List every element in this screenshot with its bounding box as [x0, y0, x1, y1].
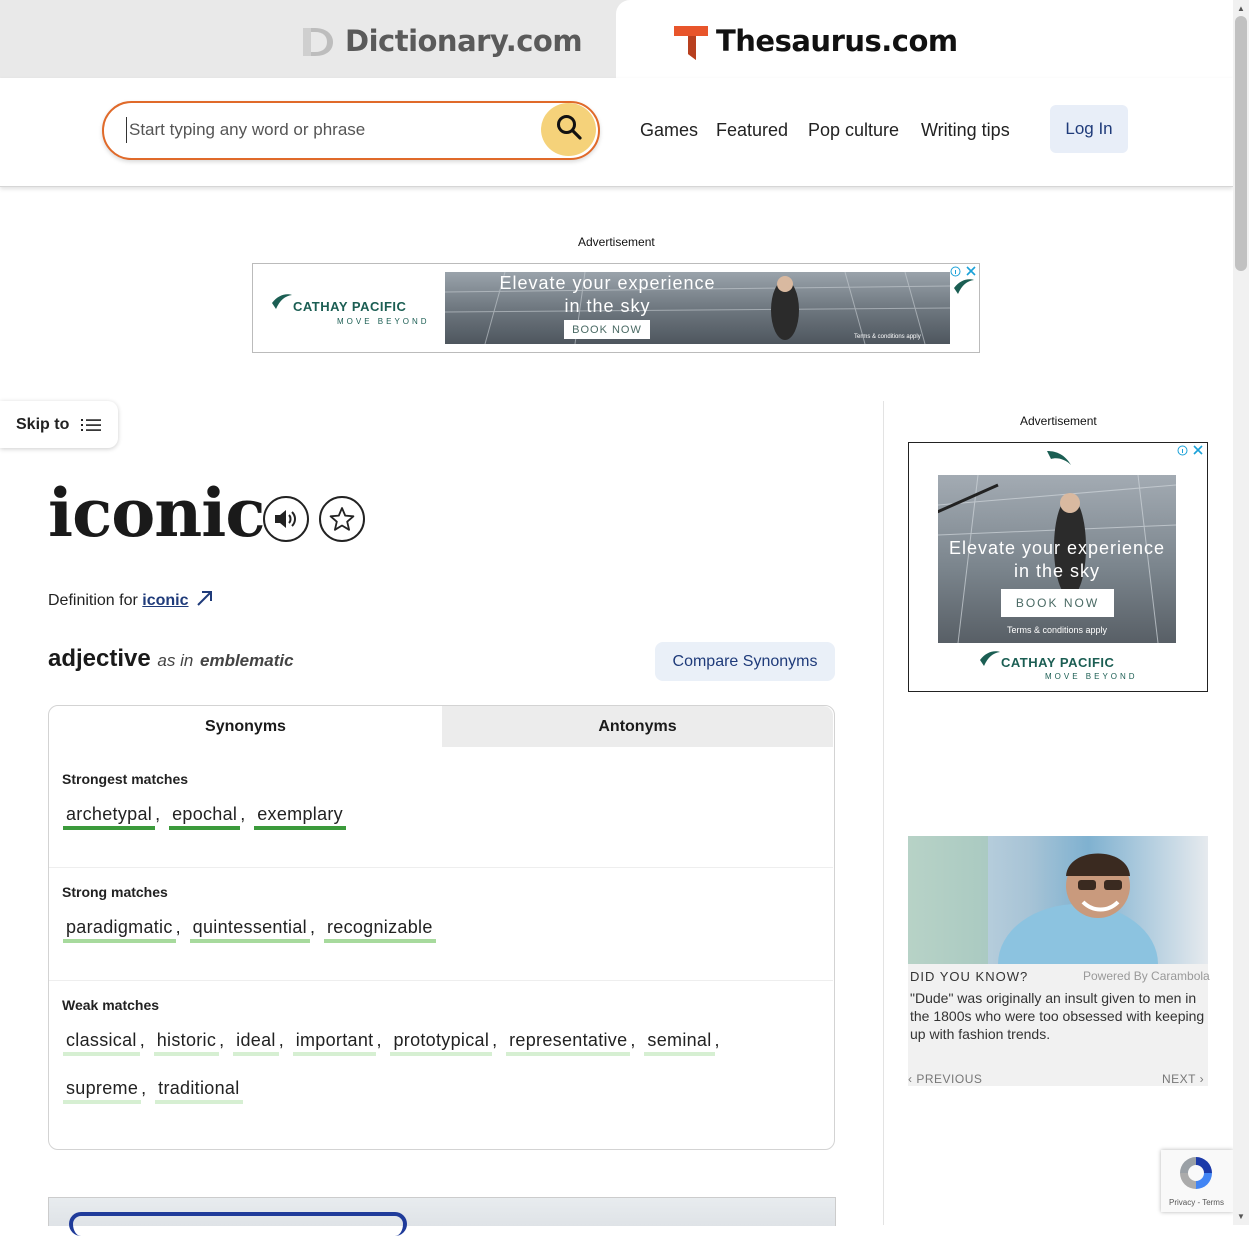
nav-games[interactable]: Games	[640, 120, 698, 141]
definition-prefix: Definition for	[48, 592, 138, 609]
banner-book-now-button[interactable]: BOOK NOW	[564, 320, 650, 339]
login-button[interactable]: Log In	[1050, 105, 1128, 153]
ad-label-top: Advertisement	[578, 235, 655, 249]
ad-label-right: Advertisement	[1020, 414, 1097, 428]
banner-terms: Terms & conditions apply	[854, 334, 921, 340]
column-divider	[883, 401, 884, 1225]
synonym-chip[interactable]: ideal	[233, 1030, 279, 1056]
side-ad-image	[938, 475, 1176, 643]
definition-link[interactable]: iconic	[142, 592, 188, 609]
synonym-chip[interactable]: important	[292, 1030, 377, 1056]
did-you-know-previous[interactable]: ‹ PREVIOUS	[908, 1072, 982, 1086]
synonym-chip[interactable]: representative	[506, 1030, 631, 1056]
external-link-icon[interactable]	[195, 589, 213, 612]
thesaurus-logo-icon	[674, 24, 708, 62]
nav-writing-tips[interactable]: Writing tips	[921, 120, 1010, 141]
side-ad-book-now-button[interactable]: BOOK NOW	[1001, 589, 1114, 617]
side-ad-headline-1: Elevate your experience	[948, 538, 1166, 558]
strongest-matches-list: archetypal, epochal, exemplary	[63, 804, 823, 830]
synonym-chip[interactable]: quintessential	[189, 917, 310, 943]
part-of-speech-row: adjective as in emblematic	[48, 645, 294, 673]
skip-to-label: Skip to	[16, 415, 70, 433]
did-you-know-title: DID YOU KNOW?	[910, 969, 1029, 984]
banner-headline-1: Elevate your experience	[499, 273, 716, 293]
synonym-chip[interactable]: exemplary	[254, 804, 346, 830]
bottom-ad-image	[48, 1197, 836, 1236]
recaptcha-badge[interactable]: Privacy - Terms	[1161, 1150, 1233, 1212]
banner-brand: CATHAY PACIFIC	[293, 299, 407, 314]
banner-arrow-icon	[954, 278, 974, 299]
scroll-down-arrow-icon[interactable]: ▼	[1237, 1212, 1245, 1221]
did-you-know-powered-by[interactable]: Powered By Carambola	[1083, 969, 1210, 983]
thesaurus-brand: Thesaurus.com	[716, 24, 958, 58]
headword: iconic	[48, 474, 266, 552]
as-in-word: emblematic	[200, 651, 294, 670]
side-ad-headline-2: in the sky	[1013, 561, 1101, 581]
chevron-right-icon: ›	[1199, 1072, 1205, 1086]
chevron-left-icon: ‹	[908, 1072, 913, 1086]
synonym-chip[interactable]: historic	[153, 1030, 220, 1056]
part-of-speech: adjective	[48, 645, 151, 672]
search-input[interactable]	[126, 117, 531, 143]
strong-matches-list: paradigmatic, quintessential, recognizab…	[63, 917, 823, 943]
did-you-know-previous-label: PREVIOUS	[916, 1072, 983, 1086]
recaptcha-links[interactable]: Privacy - Terms	[1169, 1198, 1224, 1207]
weak-matches-title: Weak matches	[62, 997, 160, 1013]
scroll-up-arrow-icon[interactable]: ▲	[1237, 4, 1245, 13]
search-icon	[556, 114, 582, 145]
search-button[interactable]	[541, 103, 596, 156]
favorite-button[interactable]	[319, 496, 365, 542]
side-ad-brand: CATHAY PACIFIC	[1001, 655, 1115, 670]
scrollbar-thumb[interactable]	[1235, 16, 1247, 271]
adchoices-icon-right[interactable]	[1177, 444, 1205, 462]
nav-featured[interactable]: Featured	[716, 120, 788, 141]
strong-matches-title: Strong matches	[62, 884, 168, 900]
synonym-chip[interactable]: paradigmatic	[63, 917, 176, 943]
compare-synonyms-button[interactable]: Compare Synonyms	[655, 642, 835, 681]
banner-brand-sub: MOVE BEYOND	[337, 317, 430, 326]
tab-thesaurus[interactable]: Thesaurus.com	[616, 0, 1233, 78]
synonym-chip[interactable]: prototypical	[390, 1030, 493, 1056]
group-divider	[49, 867, 833, 868]
synonym-chip[interactable]: recognizable	[323, 917, 436, 943]
recaptcha-icon	[1177, 1154, 1215, 1194]
synonym-chip[interactable]: seminal	[644, 1030, 715, 1056]
side-ad-terms: Terms & conditions apply	[1006, 625, 1108, 635]
did-you-know-text: "Dude" was originally an insult given to…	[910, 990, 1205, 1042]
synonym-chip[interactable]: classical	[63, 1030, 140, 1056]
did-you-know-next-label: NEXT	[1162, 1072, 1196, 1086]
synonym-chip[interactable]: archetypal	[63, 804, 156, 830]
group-divider	[49, 980, 833, 981]
weak-matches-list: classical, historic, ideal, important, p…	[63, 1030, 763, 1104]
strongest-matches-title: Strongest matches	[62, 771, 189, 787]
pronounce-button[interactable]	[263, 496, 309, 542]
dictionary-logo-icon	[301, 24, 335, 60]
synonym-chip[interactable]: supreme	[63, 1078, 142, 1104]
tab-antonyms[interactable]: Antonyms	[442, 706, 833, 747]
as-in-prefix: as in	[157, 651, 194, 670]
tab-dictionary[interactable]: Dictionary.com	[0, 0, 616, 78]
did-you-know-image	[908, 836, 1208, 964]
speaker-icon	[274, 508, 298, 530]
list-icon	[81, 417, 102, 433]
banner-headline-2: in the sky	[564, 296, 651, 316]
cathay-logo-icon	[980, 650, 1000, 671]
did-you-know-next[interactable]: NEXT ›	[1162, 1072, 1204, 1086]
synonym-chip[interactable]: traditional	[155, 1078, 243, 1104]
nav-pop-culture[interactable]: Pop culture	[808, 120, 899, 141]
dictionary-brand: Dictionary.com	[345, 24, 583, 58]
skip-to-button[interactable]: Skip to	[0, 401, 118, 448]
star-icon	[329, 506, 355, 532]
tab-synonyms[interactable]: Synonyms	[49, 706, 442, 747]
synonym-chip[interactable]: epochal	[169, 804, 241, 830]
cathay-logo-icon	[272, 293, 292, 314]
cathay-logo-icon	[1047, 447, 1071, 476]
definition-link-row: Definition for iconic	[48, 589, 213, 612]
side-ad-brand-sub: MOVE BEYOND	[1045, 672, 1138, 681]
